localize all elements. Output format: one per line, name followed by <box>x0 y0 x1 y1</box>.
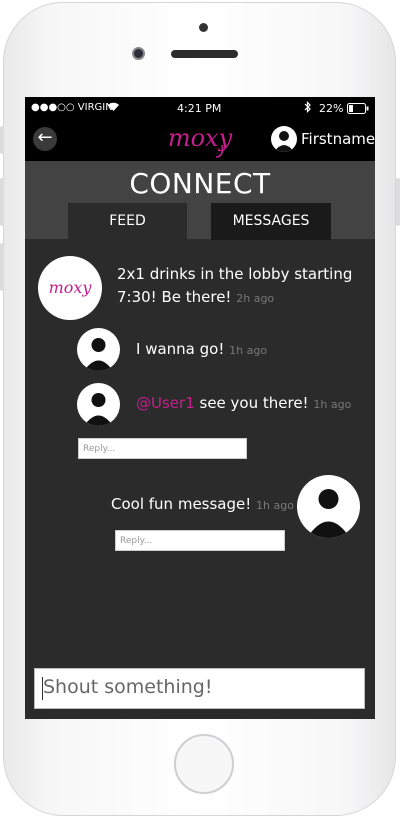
moxy-avatar-text: moxy <box>49 278 93 297</box>
user-name[interactable]: Firstname <box>301 130 375 148</box>
earpiece-speaker <box>171 50 238 58</box>
user-avatar[interactable] <box>271 126 297 152</box>
wifi-icon <box>107 101 120 115</box>
front-camera <box>132 47 145 60</box>
text-cursor <box>42 677 43 700</box>
reply-avatar[interactable] <box>77 383 120 426</box>
app-screen: ●●●○○ VIRGIN 4:21 PM 22% ← moxy Firstnam… <box>25 97 375 719</box>
reply-input[interactable]: Reply... <box>115 530 285 551</box>
post-text-line2: 7:30! Be there! <box>117 288 232 306</box>
reply-input[interactable]: Reply... <box>78 438 247 459</box>
post-timestamp: 2h ago <box>236 292 275 305</box>
shout-input[interactable]: Shout something! <box>34 668 365 709</box>
shout-placeholder: Shout something! <box>43 676 213 698</box>
proximity-sensor <box>199 23 208 32</box>
own-message-text: Cool fun message! <box>111 495 252 513</box>
post-text-line1: 2x1 drinks in the lobby starting <box>117 265 353 283</box>
carrier-label: ●●●○○ VIRGIN <box>31 102 113 113</box>
own-avatar[interactable] <box>297 475 360 538</box>
power-button <box>396 178 400 226</box>
status-bar: ●●●○○ VIRGIN 4:21 PM 22% <box>25 97 375 121</box>
battery-percent: 22% <box>319 102 344 115</box>
volume-up-button <box>0 178 4 226</box>
reply-avatar[interactable] <box>77 328 120 371</box>
reply-text: I wanna go! 1h ago <box>136 338 267 362</box>
clock: 4:21 PM <box>177 102 222 115</box>
user-mention[interactable]: @User1 <box>136 394 195 412</box>
reply-text: @User1 see you there! 1h ago <box>136 392 351 416</box>
reply-timestamp: 1h ago <box>313 398 352 411</box>
mute-switch <box>0 126 4 154</box>
moxy-avatar[interactable]: moxy <box>38 256 102 320</box>
battery-icon <box>347 103 369 117</box>
reply-timestamp: 1h ago <box>229 344 268 357</box>
back-arrow-icon[interactable]: ← <box>33 127 57 151</box>
brand-logo: moxy <box>158 123 242 159</box>
own-message-timestamp: 1h ago <box>256 499 294 512</box>
app-header: ← moxy Firstname <box>25 121 375 161</box>
bluetooth-icon <box>304 101 312 116</box>
volume-down-button <box>0 243 4 291</box>
home-button[interactable] <box>174 734 234 794</box>
own-message: Cool fun message! 1h ago <box>111 493 294 517</box>
post-text: 2x1 drinks in the lobby starting 7:30! B… <box>117 263 367 310</box>
reply-message: see you there! <box>194 394 309 412</box>
page-title: CONNECT <box>129 167 271 200</box>
tab-feed[interactable]: FEED <box>68 203 187 240</box>
tab-messages[interactable]: MESSAGES <box>211 203 331 240</box>
connect-section: CONNECT FEED MESSAGES <box>25 161 375 240</box>
reply-message: I wanna go! <box>136 340 225 358</box>
